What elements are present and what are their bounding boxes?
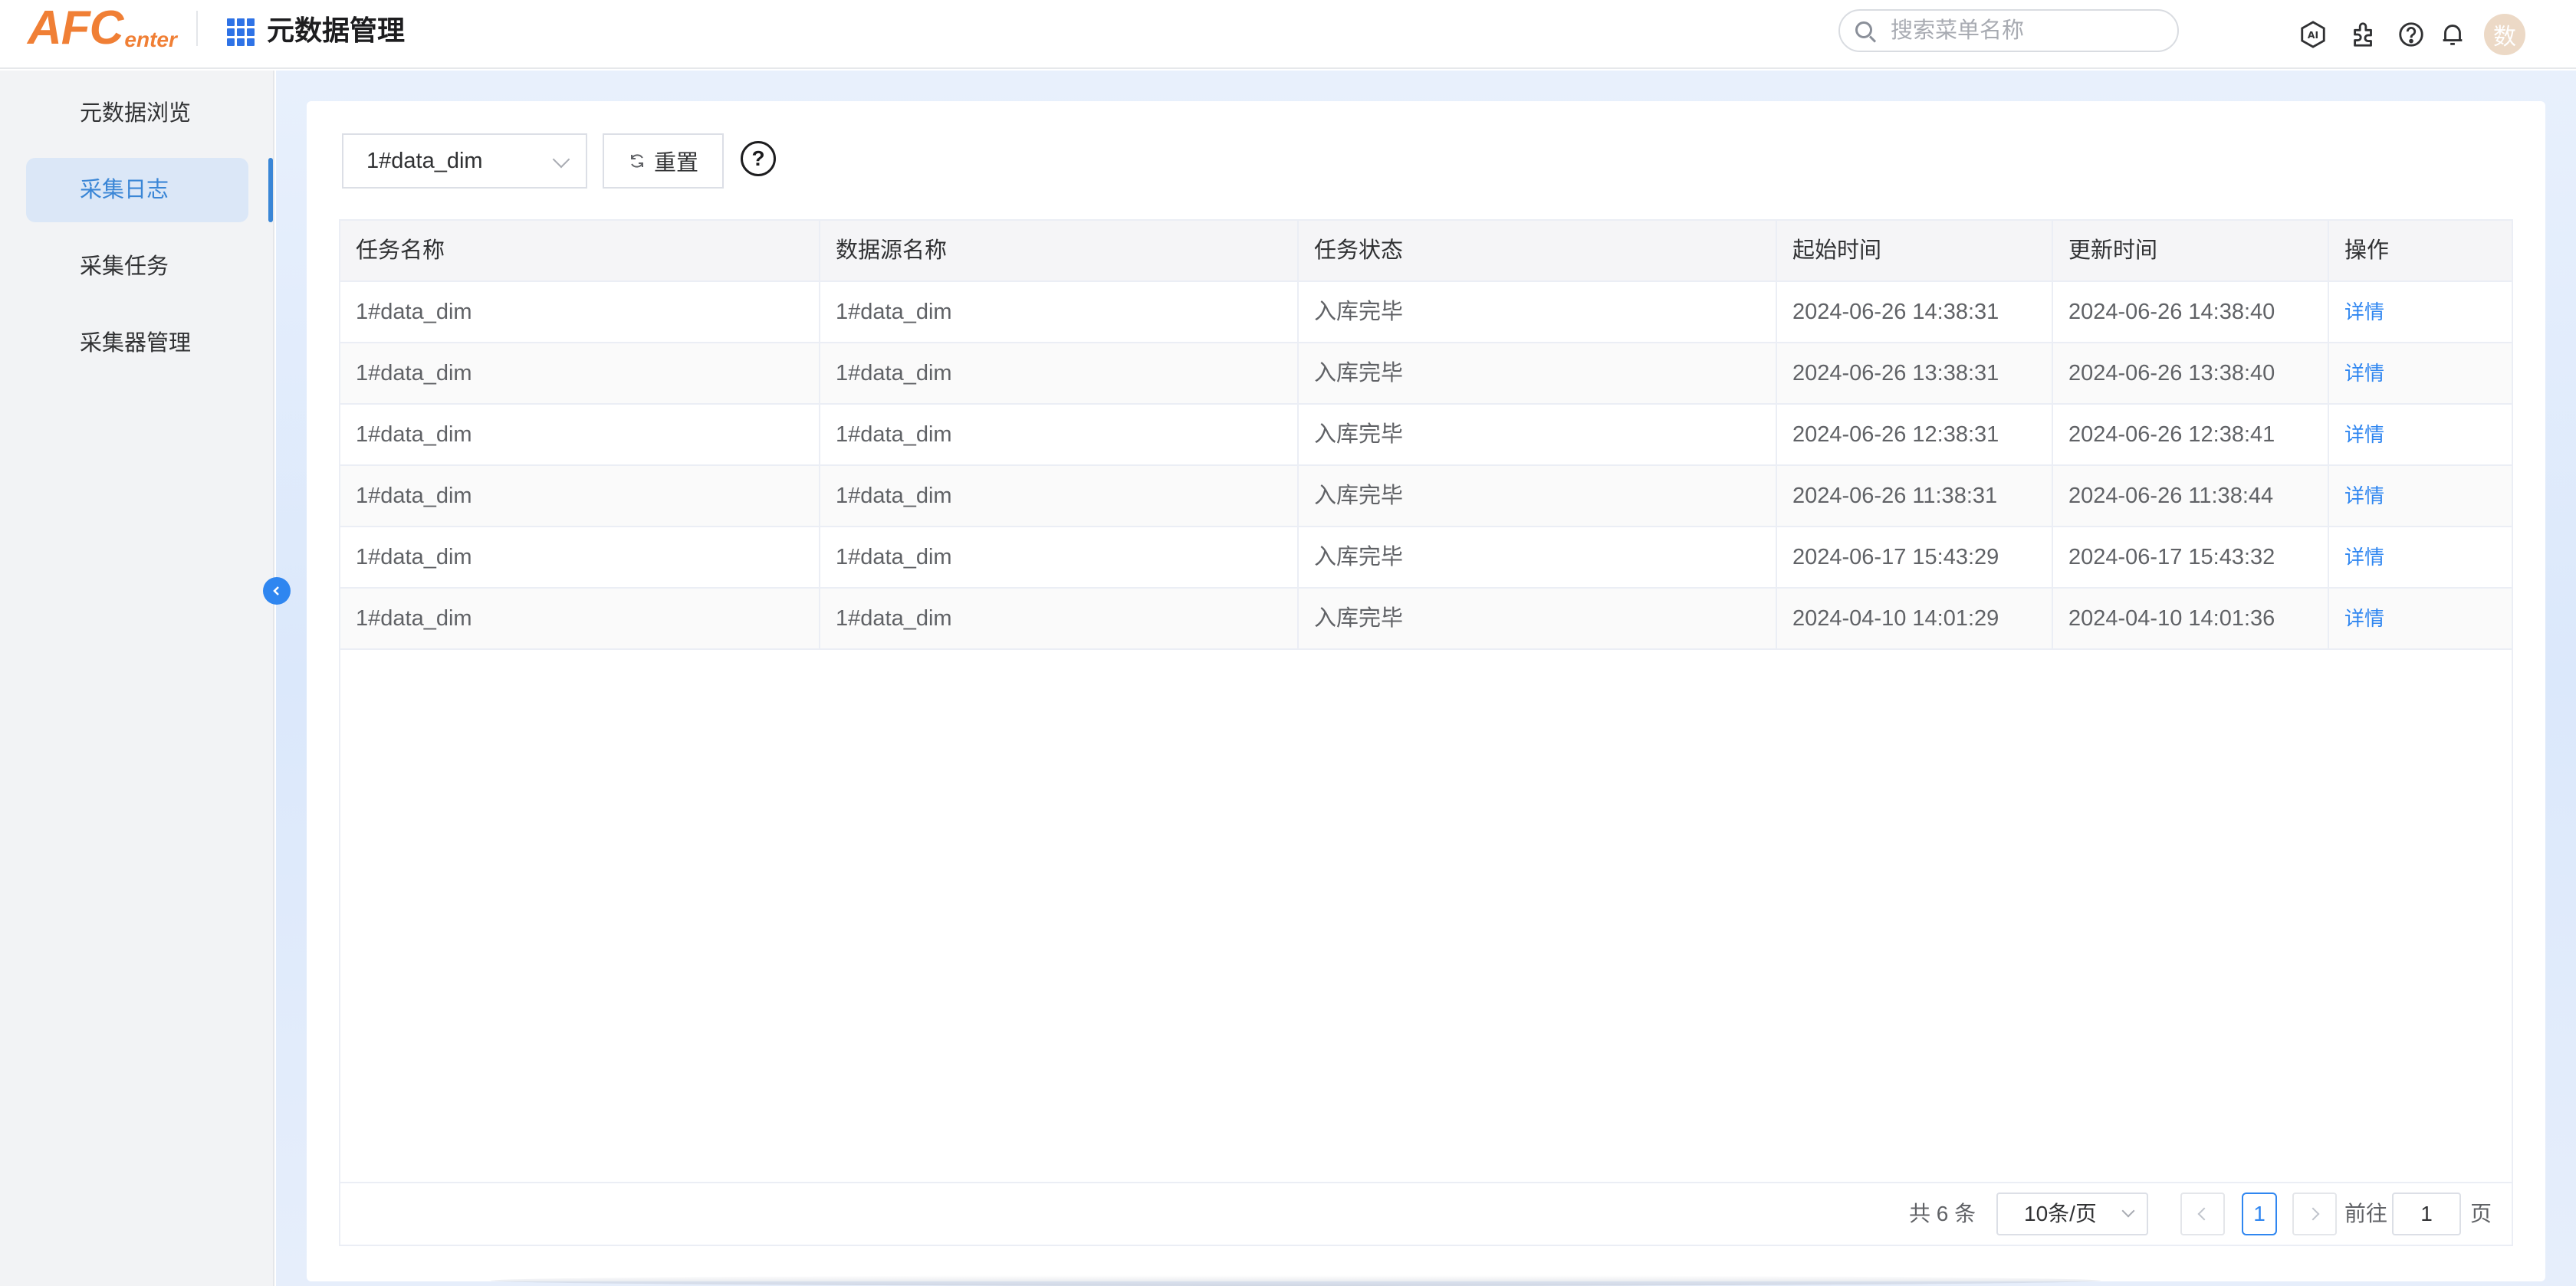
cell-actions: 详情 (2329, 527, 2512, 587)
detail-link[interactable]: 详情 (2344, 423, 2384, 446)
cell-start-time: 2024-06-17 15:43:29 (1777, 527, 2053, 587)
sidebar: 元数据浏览 采集日志 采集任务 采集器管理 (0, 71, 274, 1286)
table-header: 任务名称 数据源名称 任务状态 起始时间 更新时间 操作 (340, 221, 2512, 282)
sidebar-item-collector-manage[interactable]: 采集器管理 (26, 311, 248, 376)
cell-datasource-name: 1#data_dim (820, 282, 1299, 342)
cell-datasource-name: 1#data_dim (820, 405, 1299, 464)
column-header-task-status[interactable]: 任务状态 (1299, 221, 1777, 280)
table-row: 1#data_dim 1#data_dim 入库完毕 2024-04-10 14:01… (340, 589, 2512, 650)
column-header-update-time[interactable]: 更新时间 (2053, 221, 2329, 280)
prev-page-button[interactable] (2180, 1193, 2225, 1235)
search-input[interactable] (1891, 17, 2167, 44)
cell-actions: 详情 (2329, 589, 2512, 648)
cell-update-time: 2024-06-17 15:43:32 (2053, 527, 2329, 587)
cell-actions: 详情 (2329, 282, 2512, 342)
detail-link[interactable]: 详情 (2344, 300, 2384, 323)
cell-update-time: 2024-06-26 13:38:40 (2053, 343, 2329, 403)
cell-datasource-name: 1#data_dim (820, 589, 1299, 648)
top-header: AFC enter 元数据管理 AI 数 (0, 0, 2576, 69)
cell-start-time: 2024-06-26 12:38:31 (1777, 405, 2053, 464)
table-row: 1#data_dim 1#data_dim 入库完毕 2024-06-26 11:38… (340, 466, 2512, 527)
column-header-task-name[interactable]: 任务名称 (340, 221, 820, 280)
cell-task-name: 1#data_dim (340, 466, 820, 526)
cell-update-time: 2024-06-26 14:38:40 (2053, 282, 2329, 342)
app-title: 元数据管理 (267, 15, 406, 46)
goto-suffix: 页 (2470, 1202, 2492, 1225)
cell-task-name: 1#data_dim (340, 282, 820, 342)
cell-actions: 详情 (2329, 343, 2512, 403)
column-header-datasource-name[interactable]: 数据源名称 (820, 221, 1299, 280)
chevron-down-icon (552, 150, 570, 169)
cell-task-name: 1#data_dim (340, 527, 820, 587)
cell-task-name: 1#data_dim (340, 589, 820, 648)
svg-text:AI: AI (2308, 30, 2318, 41)
table-row: 1#data_dim 1#data_dim 入库完毕 2024-06-26 12:38… (340, 405, 2512, 466)
menu-search[interactable] (1838, 9, 2179, 52)
table-row: 1#data_dim 1#data_dim 入库完毕 2024-06-26 14:38… (340, 282, 2512, 343)
cell-update-time: 2024-06-26 12:38:41 (2053, 405, 2329, 464)
goto-prefix: 前往 (2344, 1202, 2388, 1225)
avatar[interactable]: 数 (2484, 14, 2525, 55)
sidebar-item-collect-log[interactable]: 采集日志 (26, 158, 248, 222)
cell-task-status: 入库完毕 (1299, 589, 1777, 648)
cell-start-time: 2024-04-10 14:01:29 (1777, 589, 2053, 648)
cell-task-status: 入库完毕 (1299, 405, 1777, 464)
sidebar-item-collect-task[interactable]: 采集任务 (26, 235, 248, 299)
datasource-select-value: 1#data_dim (366, 149, 483, 173)
cell-update-time: 2024-04-10 14:01:36 (2053, 589, 2329, 648)
bottom-shadow (491, 1275, 2101, 1286)
search-icon (1855, 21, 1872, 38)
plugin-icon[interactable] (2349, 20, 2378, 49)
cell-task-status: 入库完毕 (1299, 343, 1777, 403)
cell-task-status: 入库完毕 (1299, 466, 1777, 526)
column-header-actions: 操作 (2344, 238, 2390, 263)
page-size-select[interactable]: 10条/页 (1996, 1193, 2148, 1235)
datasource-select[interactable]: 1#data_dim (342, 133, 587, 189)
logo-text-main: AFC (28, 2, 123, 54)
cell-datasource-name: 1#data_dim (820, 527, 1299, 587)
help-question-icon[interactable]: ? (741, 141, 776, 176)
table-row: 1#data_dim 1#data_dim 入库完毕 2024-06-26 13:38… (340, 343, 2512, 405)
detail-link[interactable]: 详情 (2344, 607, 2384, 630)
sidebar-item-metadata-browse[interactable]: 元数据浏览 (26, 81, 248, 146)
cell-update-time: 2024-06-26 11:38:44 (2053, 466, 2329, 526)
detail-link[interactable]: 详情 (2344, 546, 2384, 569)
cell-task-status: 入库完毕 (1299, 527, 1777, 587)
column-header-start-time[interactable]: 起始时间 (1777, 221, 2053, 280)
header-divider (196, 11, 198, 46)
page-number-current[interactable]: 1 (2242, 1193, 2277, 1235)
app-grid-icon[interactable] (227, 18, 255, 46)
cell-actions: 详情 (2329, 466, 2512, 526)
table-body: 1#data_dim 1#data_dim 入库完毕 2024-06-26 14:38… (340, 282, 2512, 650)
cell-task-status: 入库完毕 (1299, 282, 1777, 342)
cell-actions: 详情 (2329, 405, 2512, 464)
cell-datasource-name: 1#data_dim (820, 343, 1299, 403)
detail-link[interactable]: 详情 (2344, 362, 2384, 385)
cell-task-name: 1#data_dim (340, 343, 820, 403)
afcenter-logo[interactable]: AFC enter (28, 5, 177, 52)
table-row: 1#data_dim 1#data_dim 入库完毕 2024-06-17 15:43… (340, 527, 2512, 589)
refresh-icon (630, 154, 643, 168)
cell-task-name: 1#data_dim (340, 405, 820, 464)
cell-start-time: 2024-06-26 11:38:31 (1777, 466, 2053, 526)
cell-start-time: 2024-06-26 13:38:31 (1777, 343, 2053, 403)
ai-assistant-icon[interactable]: AI (2298, 20, 2328, 49)
reset-button-label: 重置 (653, 151, 698, 176)
page-size-value: 10条/页 (2024, 1202, 2097, 1225)
goto-page-input[interactable]: 1 (2392, 1193, 2461, 1235)
next-page-button[interactable] (2292, 1193, 2337, 1235)
chevron-down-icon (2121, 1204, 2135, 1218)
detail-link[interactable]: 详情 (2344, 484, 2384, 507)
help-icon[interactable] (2397, 20, 2426, 49)
collect-log-table: 任务名称 数据源名称 任务状态 起始时间 更新时间 操作 1#data_dim 1… (339, 219, 2513, 1246)
sidebar-collapse-button[interactable] (263, 577, 291, 605)
reset-button[interactable]: 重置 (603, 133, 724, 189)
bell-icon[interactable] (2438, 20, 2467, 49)
sidebar-active-indicator (268, 158, 273, 222)
logo-text-sub: enter (124, 28, 177, 51)
pagination-total: 共 6 条 (1909, 1202, 1976, 1225)
cell-datasource-name: 1#data_dim (820, 466, 1299, 526)
cell-start-time: 2024-06-26 14:38:31 (1777, 282, 2053, 342)
